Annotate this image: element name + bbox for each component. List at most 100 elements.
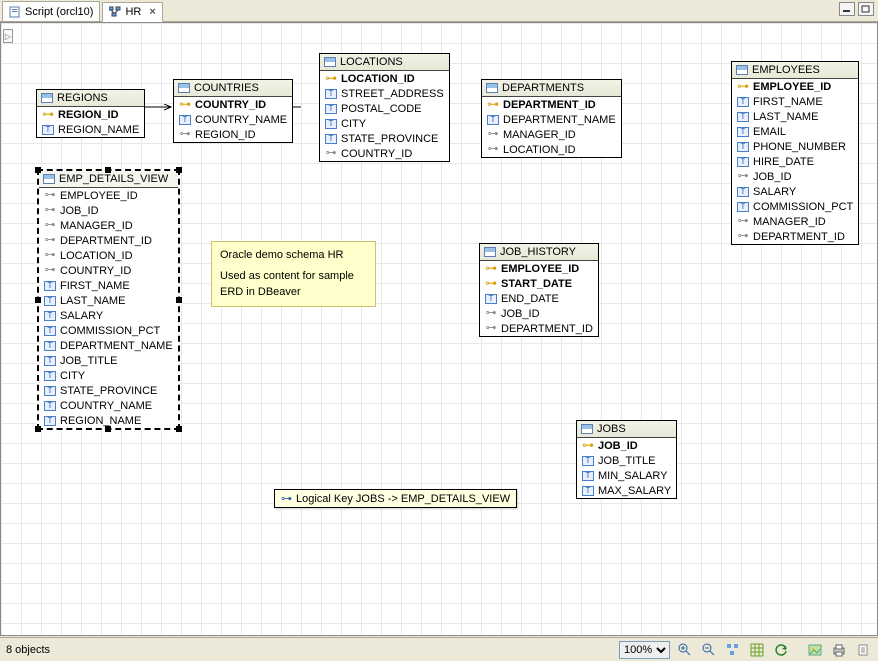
close-icon[interactable]: ×	[145, 6, 155, 18]
column-row[interactable]: TSTATE_PROVINCE	[320, 131, 449, 146]
foreign-key-icon: ⊶	[44, 266, 56, 276]
column-name: LOCATION_ID	[503, 144, 576, 156]
selection-handle[interactable]	[35, 426, 41, 432]
column-row[interactable]: TJOB_TITLE	[577, 453, 676, 468]
column-row[interactable]: ⊶COUNTRY_ID	[39, 263, 178, 278]
column-row[interactable]: ⊶COUNTRY_ID	[320, 146, 449, 161]
tab-hr[interactable]: HR ×	[102, 2, 162, 22]
diagram-canvas[interactable]: ▷	[0, 22, 878, 636]
palette-toggle[interactable]: ▷	[3, 29, 13, 43]
column-row[interactable]: TLAST_NAME	[732, 109, 858, 124]
column-row[interactable]: ⊶DEPARTMENT_ID	[39, 233, 178, 248]
primary-key-icon: ⊶	[325, 74, 337, 84]
table-icon	[581, 424, 593, 434]
column-row[interactable]: ⊶EMPLOYEE_ID	[39, 188, 178, 203]
column-row[interactable]: ⊶JOB_ID	[577, 438, 676, 453]
entity-jobs[interactable]: JOBS ⊶JOB_IDTJOB_TITLETMIN_SALARYTMAX_SA…	[576, 420, 677, 499]
entity-locations[interactable]: LOCATIONS ⊶LOCATION_IDTSTREET_ADDRESSTPO…	[319, 53, 450, 162]
column-row[interactable]: ⊶LOCATION_ID	[482, 142, 621, 157]
zoom-out-button[interactable]	[700, 641, 718, 659]
entity-header[interactable]: EMP_DETAILS_VIEW	[39, 171, 178, 188]
entity-columns: ⊶REGION_IDTREGION_NAME	[37, 107, 144, 137]
entity-regions[interactable]: REGIONS ⊶REGION_IDTREGION_NAME	[36, 89, 145, 138]
column-row[interactable]: TEND_DATE	[480, 291, 598, 306]
column-row[interactable]: TCITY	[320, 116, 449, 131]
column-row[interactable]: TCOMMISSION_PCT	[39, 323, 178, 338]
column-row[interactable]: TCOUNTRY_NAME	[174, 112, 292, 127]
tooltip-text: Logical Key JOBS -> EMP_DETAILS_VIEW	[296, 493, 510, 505]
print-button[interactable]	[830, 641, 848, 659]
column-row[interactable]: TCOMMISSION_PCT	[732, 199, 858, 214]
column-row[interactable]: TPOSTAL_CODE	[320, 101, 449, 116]
entity-header[interactable]: JOBS	[577, 421, 676, 438]
column-name: DEPARTMENT_ID	[503, 99, 596, 111]
entity-countries[interactable]: COUNTRIES ⊶COUNTRY_IDTCOUNTRY_NAME⊶REGIO…	[173, 79, 293, 143]
entity-header[interactable]: REGIONS	[37, 90, 144, 107]
column-row[interactable]: ⊶START_DATE	[480, 276, 598, 291]
foreign-key-icon: ⊶	[737, 172, 749, 182]
column-row[interactable]: TFIRST_NAME	[39, 278, 178, 293]
column-row[interactable]: TPHONE_NUMBER	[732, 139, 858, 154]
minimize-button[interactable]	[839, 2, 855, 16]
column-row[interactable]: TSTATE_PROVINCE	[39, 383, 178, 398]
selection-handle[interactable]	[176, 167, 182, 173]
zoom-select[interactable]: 100%	[619, 641, 670, 659]
column-row[interactable]: ⊶REGION_ID	[174, 127, 292, 142]
column-row[interactable]: ⊶MANAGER_ID	[732, 214, 858, 229]
entity-header[interactable]: DEPARTMENTS	[482, 80, 621, 97]
column-row[interactable]: ⊶REGION_ID	[37, 107, 144, 122]
selection-handle[interactable]	[176, 426, 182, 432]
entity-header[interactable]: JOB_HISTORY	[480, 244, 598, 261]
entity-header[interactable]: LOCATIONS	[320, 54, 449, 71]
column-row[interactable]: TCOUNTRY_NAME	[39, 398, 178, 413]
refresh-button[interactable]	[772, 641, 790, 659]
column-row[interactable]: THIRE_DATE	[732, 154, 858, 169]
selection-handle[interactable]	[105, 426, 111, 432]
entity-departments[interactable]: DEPARTMENTS ⊶DEPARTMENT_IDTDEPARTMENT_NA…	[481, 79, 622, 158]
column-row[interactable]: TSALARY	[39, 308, 178, 323]
entity-job-history[interactable]: JOB_HISTORY ⊶EMPLOYEE_ID⊶START_DATETEND_…	[479, 243, 599, 337]
column-row[interactable]: ⊶EMPLOYEE_ID	[480, 261, 598, 276]
diagram-note[interactable]: Oracle demo schema HR Used as content fo…	[211, 241, 376, 307]
entity-employees[interactable]: EMPLOYEES ⊶EMPLOYEE_IDTFIRST_NAMETLAST_N…	[731, 61, 859, 245]
column-row[interactable]: TEMAIL	[732, 124, 858, 139]
selection-handle[interactable]	[35, 167, 41, 173]
entity-header[interactable]: COUNTRIES	[174, 80, 292, 97]
column-row[interactable]: ⊶LOCATION_ID	[320, 71, 449, 86]
column-row[interactable]: TSALARY	[732, 184, 858, 199]
column-row[interactable]: TMIN_SALARY	[577, 468, 676, 483]
column-row[interactable]: TREGION_NAME	[37, 122, 144, 137]
column-row[interactable]: ⊶DEPARTMENT_ID	[480, 321, 598, 336]
column-row[interactable]: ⊶JOB_ID	[732, 169, 858, 184]
column-row[interactable]: ⊶MANAGER_ID	[482, 127, 621, 142]
column-row[interactable]: TFIRST_NAME	[732, 94, 858, 109]
maximize-button[interactable]	[858, 2, 874, 16]
column-row[interactable]: TJOB_TITLE	[39, 353, 178, 368]
selection-handle[interactable]	[176, 297, 182, 303]
column-row[interactable]: TMAX_SALARY	[577, 483, 676, 498]
column-row[interactable]: TSTREET_ADDRESS	[320, 86, 449, 101]
column-row[interactable]: ⊶COUNTRY_ID	[174, 97, 292, 112]
column-row[interactable]: TLAST_NAME	[39, 293, 178, 308]
settings-button[interactable]	[854, 641, 872, 659]
selection-handle[interactable]	[105, 167, 111, 173]
tab-script[interactable]: Script (orcl10)	[2, 1, 100, 21]
column-row[interactable]: ⊶DEPARTMENT_ID	[482, 97, 621, 112]
column-row[interactable]: ⊶JOB_ID	[480, 306, 598, 321]
column-row[interactable]: TDEPARTMENT_NAME	[39, 338, 178, 353]
entity-emp-details-view[interactable]: EMP_DETAILS_VIEW ⊶EMPLOYEE_ID⊶JOB_ID⊶MAN…	[37, 169, 180, 430]
toggle-grid-button[interactable]	[748, 641, 766, 659]
export-image-button[interactable]	[806, 641, 824, 659]
auto-layout-button[interactable]	[724, 641, 742, 659]
column-row[interactable]: ⊶MANAGER_ID	[39, 218, 178, 233]
entity-header[interactable]: EMPLOYEES	[732, 62, 858, 79]
column-row[interactable]: ⊶EMPLOYEE_ID	[732, 79, 858, 94]
column-row[interactable]: TCITY	[39, 368, 178, 383]
selection-handle[interactable]	[35, 297, 41, 303]
column-row[interactable]: ⊶JOB_ID	[39, 203, 178, 218]
column-row[interactable]: ⊶DEPARTMENT_ID	[732, 229, 858, 244]
table-icon	[736, 65, 748, 75]
column-row[interactable]: TDEPARTMENT_NAME	[482, 112, 621, 127]
column-row[interactable]: ⊶LOCATION_ID	[39, 248, 178, 263]
zoom-in-button[interactable]	[676, 641, 694, 659]
